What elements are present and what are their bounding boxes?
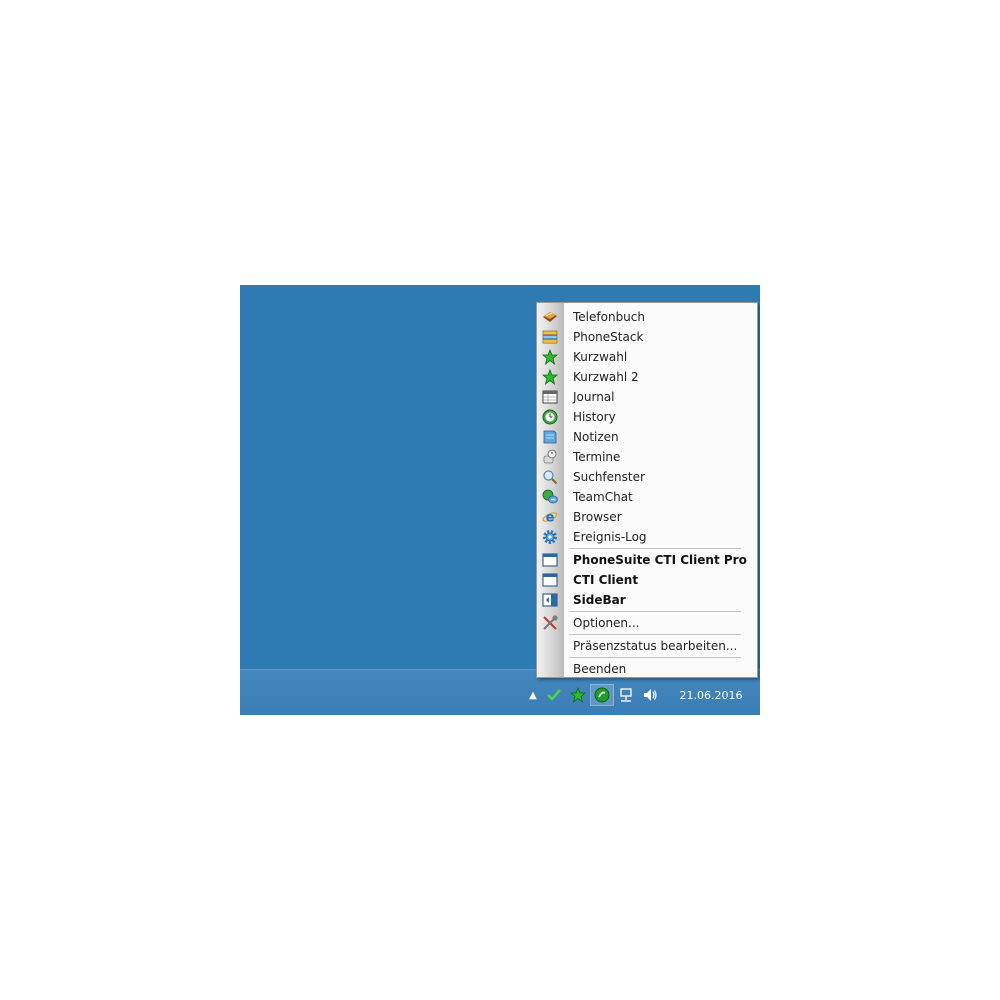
system-tray: ▲ [524, 684, 662, 706]
volume-icon[interactable] [638, 684, 662, 706]
search-icon [542, 469, 558, 485]
notes-icon [542, 429, 558, 445]
journal-table-icon [542, 389, 558, 405]
window-icon [542, 552, 558, 568]
menu-item-label: TeamChat [573, 490, 633, 504]
menu-item-label: Termine [573, 450, 621, 464]
menu-item-phonestack[interactable]: PhoneStack [537, 327, 757, 347]
menu-item-label: Kurzwahl [573, 350, 628, 364]
window-icon [542, 572, 558, 588]
menu-item-praesenzstatus[interactable]: Präsenzstatus bearbeiten... [537, 636, 757, 656]
menu-item-teamchat[interactable]: TeamChat [537, 487, 757, 507]
menu-item-label: Telefonbuch [573, 310, 645, 324]
menu-item-kurzwahl[interactable]: Kurzwahl [537, 347, 757, 367]
desktop: ▲ 12:02 21.06.2016 [240, 285, 760, 715]
network-icon[interactable] [614, 684, 638, 706]
menu-item-label: CTI Client [573, 573, 639, 587]
menu-item-optionen[interactable]: Optionen... [537, 613, 757, 633]
show-hidden-icons-chevron-icon[interactable]: ▲ [524, 684, 542, 706]
teamchat-icon [542, 489, 558, 505]
menu-item-kurzwahl-2[interactable]: Kurzwahl 2 [537, 367, 757, 387]
menu-item-phonesuite-cti-client-pro[interactable]: PhoneSuite CTI Client Pro [537, 550, 757, 570]
menu-item-label: Kurzwahl 2 [573, 370, 639, 384]
menu-item-label: SideBar [573, 593, 626, 607]
menu-item-ereignis-log[interactable]: Ereignis-Log [537, 527, 757, 547]
browser-icon: e [542, 509, 558, 525]
menu-item-label: Beenden [573, 662, 627, 676]
menu-item-label: PhoneStack [573, 330, 644, 344]
menu-item-beenden[interactable]: Beenden [537, 659, 757, 679]
history-globe-icon [542, 409, 558, 425]
menu-item-sidebar[interactable]: SideBar [537, 590, 757, 610]
svg-text:e: e [546, 511, 555, 526]
menu-item-termine[interactable]: Termine [537, 447, 757, 467]
phonesuite-tray-icon[interactable] [590, 684, 614, 706]
menu-item-label: Browser [573, 510, 622, 524]
star-icon [542, 369, 558, 385]
gear-icon [542, 529, 558, 545]
menu-item-label: History [573, 410, 616, 424]
star-tray-icon[interactable] [566, 684, 590, 706]
sidebar-icon [542, 592, 558, 608]
clock-date: 21.06.2016 [679, 689, 743, 702]
phonebook-icon [542, 309, 558, 325]
menu-item-label: Suchfenster [573, 470, 645, 484]
star-icon [542, 349, 558, 365]
menu-item-suchfenster[interactable]: Suchfenster [537, 467, 757, 487]
menu-item-history[interactable]: History [537, 407, 757, 427]
menu-item-notizen[interactable]: Notizen [537, 427, 757, 447]
menu-item-label: PhoneSuite CTI Client Pro [573, 553, 747, 567]
menu-item-label: Präsenzstatus bearbeiten... [573, 639, 738, 653]
phonestack-icon [542, 329, 558, 345]
menu-item-journal[interactable]: Journal [537, 387, 757, 407]
menu-item-label: Notizen [573, 430, 619, 444]
checkmark-tray-icon[interactable] [542, 684, 566, 706]
menu-item-label: Optionen... [573, 616, 640, 630]
tray-context-menu: Telefonbuch PhoneStack Kurzwahl Kurzwahl… [536, 302, 758, 678]
menu-item-telefonbuch[interactable]: Telefonbuch [537, 307, 757, 327]
menu-item-label: Journal [573, 390, 615, 404]
menu-item-label: Ereignis-Log [573, 530, 647, 544]
appointments-icon [542, 449, 558, 465]
tools-icon [542, 615, 558, 631]
menu-item-cti-client[interactable]: CTI Client [537, 570, 757, 590]
menu-item-browser[interactable]: e Browser [537, 507, 757, 527]
